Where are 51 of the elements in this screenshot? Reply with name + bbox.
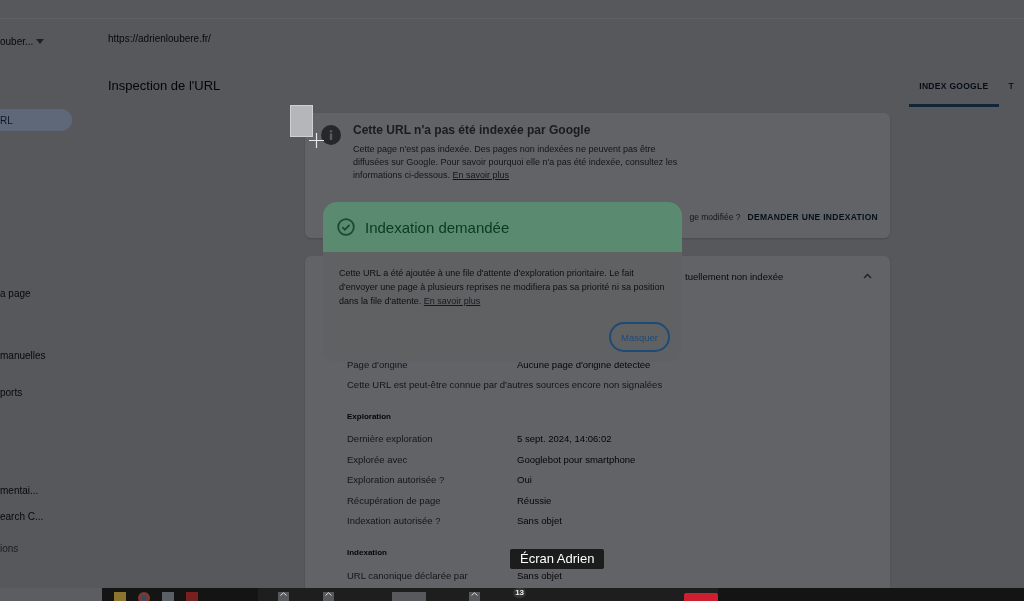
check-circle-icon bbox=[337, 218, 355, 236]
dropdown-caret-icon[interactable] bbox=[36, 38, 44, 44]
detail-value: Réussie bbox=[517, 494, 552, 506]
detail-value: Sans objet bbox=[517, 515, 562, 527]
chevron-icon[interactable] bbox=[863, 273, 872, 279]
sidebar-item[interactable]: manuelles bbox=[0, 344, 72, 366]
page-title: Inspection de l'URL bbox=[108, 78, 221, 93]
taskbar-search-field[interactable] bbox=[0, 588, 102, 601]
chevron-up-button[interactable] bbox=[278, 592, 290, 601]
request-indexing-button[interactable]: DEMANDER UNE INDEXATION bbox=[743, 208, 882, 226]
details-header: tuellement non indexée bbox=[685, 270, 784, 282]
status-title: Cette URL n'a pas été indexée par Google bbox=[353, 123, 592, 137]
detail-note: Cette URL est peut-être connue par d'autres sources encore non signalées bbox=[347, 377, 664, 392]
crosshair-cursor-icon bbox=[309, 133, 324, 148]
section-heading: Indexation bbox=[347, 547, 387, 559]
detail-label: URL canonique déclarée par bbox=[347, 569, 469, 581]
property-selector-text[interactable]: ouber... bbox=[0, 35, 34, 47]
detail-label: Indexation autorisée ? bbox=[347, 515, 442, 527]
page-modified-question: ge modifiée ? bbox=[689, 212, 741, 222]
detail-value: Oui bbox=[517, 474, 532, 486]
detail-label: Récupération de page bbox=[347, 494, 442, 506]
info-icon bbox=[321, 125, 341, 145]
browser-icon[interactable] bbox=[138, 592, 150, 601]
sidebar-item[interactable]: a page bbox=[0, 282, 72, 304]
chevron-up-button[interactable] bbox=[469, 592, 481, 601]
tab[interactable]: T bbox=[998, 68, 1024, 107]
detail-value: Aucune page d'origine détectée bbox=[517, 358, 651, 370]
inspected-url: https://adrienloubere.fr/ bbox=[108, 33, 212, 44]
screen-share-tooltip: Écran Adrien bbox=[510, 549, 605, 569]
sidebar-item[interactable]: ports bbox=[0, 381, 72, 403]
detail-value: Sans objet bbox=[517, 569, 562, 581]
detail-label: Dernière exploration bbox=[347, 433, 434, 445]
status-description: Cette page n'est pas indexée. Des pages non indexées ne peuvent pas être diffusées sur Google. Pour savoir pourquoi elle n'a pas été indexée, consultez les informations ci-dessous. En savoir plus bbox=[353, 143, 679, 182]
dialog-title: Indexation demandée bbox=[365, 218, 510, 236]
detail-label: Explorée avec bbox=[347, 453, 409, 465]
sidebar-item[interactable]: RL bbox=[0, 109, 72, 131]
tab[interactable]: INDEX GOOGLE bbox=[909, 68, 999, 107]
section-heading: Exploration bbox=[347, 410, 391, 423]
detail-label: Page d'origine bbox=[347, 358, 409, 370]
chevron-up-button[interactable] bbox=[323, 592, 335, 601]
share-control-button[interactable] bbox=[392, 592, 427, 601]
dismiss-button[interactable]: Masquer bbox=[609, 322, 670, 352]
sidebar-item[interactable]: earch C... bbox=[0, 505, 72, 527]
detail-value: 5 sept. 2024, 14:06:02 bbox=[517, 433, 612, 445]
sidebar-item[interactable]: mentai... bbox=[0, 479, 72, 501]
drag-preview bbox=[290, 105, 313, 137]
learn-more-link[interactable]: En savoir plus bbox=[423, 296, 481, 306]
detail-value: Googlebot pour smartphone bbox=[517, 453, 636, 465]
detail-label: Exploration autorisée ? bbox=[347, 474, 446, 486]
learn-more-link[interactable]: En savoir plus bbox=[452, 170, 510, 180]
participant-count-badge: 13 bbox=[513, 588, 527, 598]
